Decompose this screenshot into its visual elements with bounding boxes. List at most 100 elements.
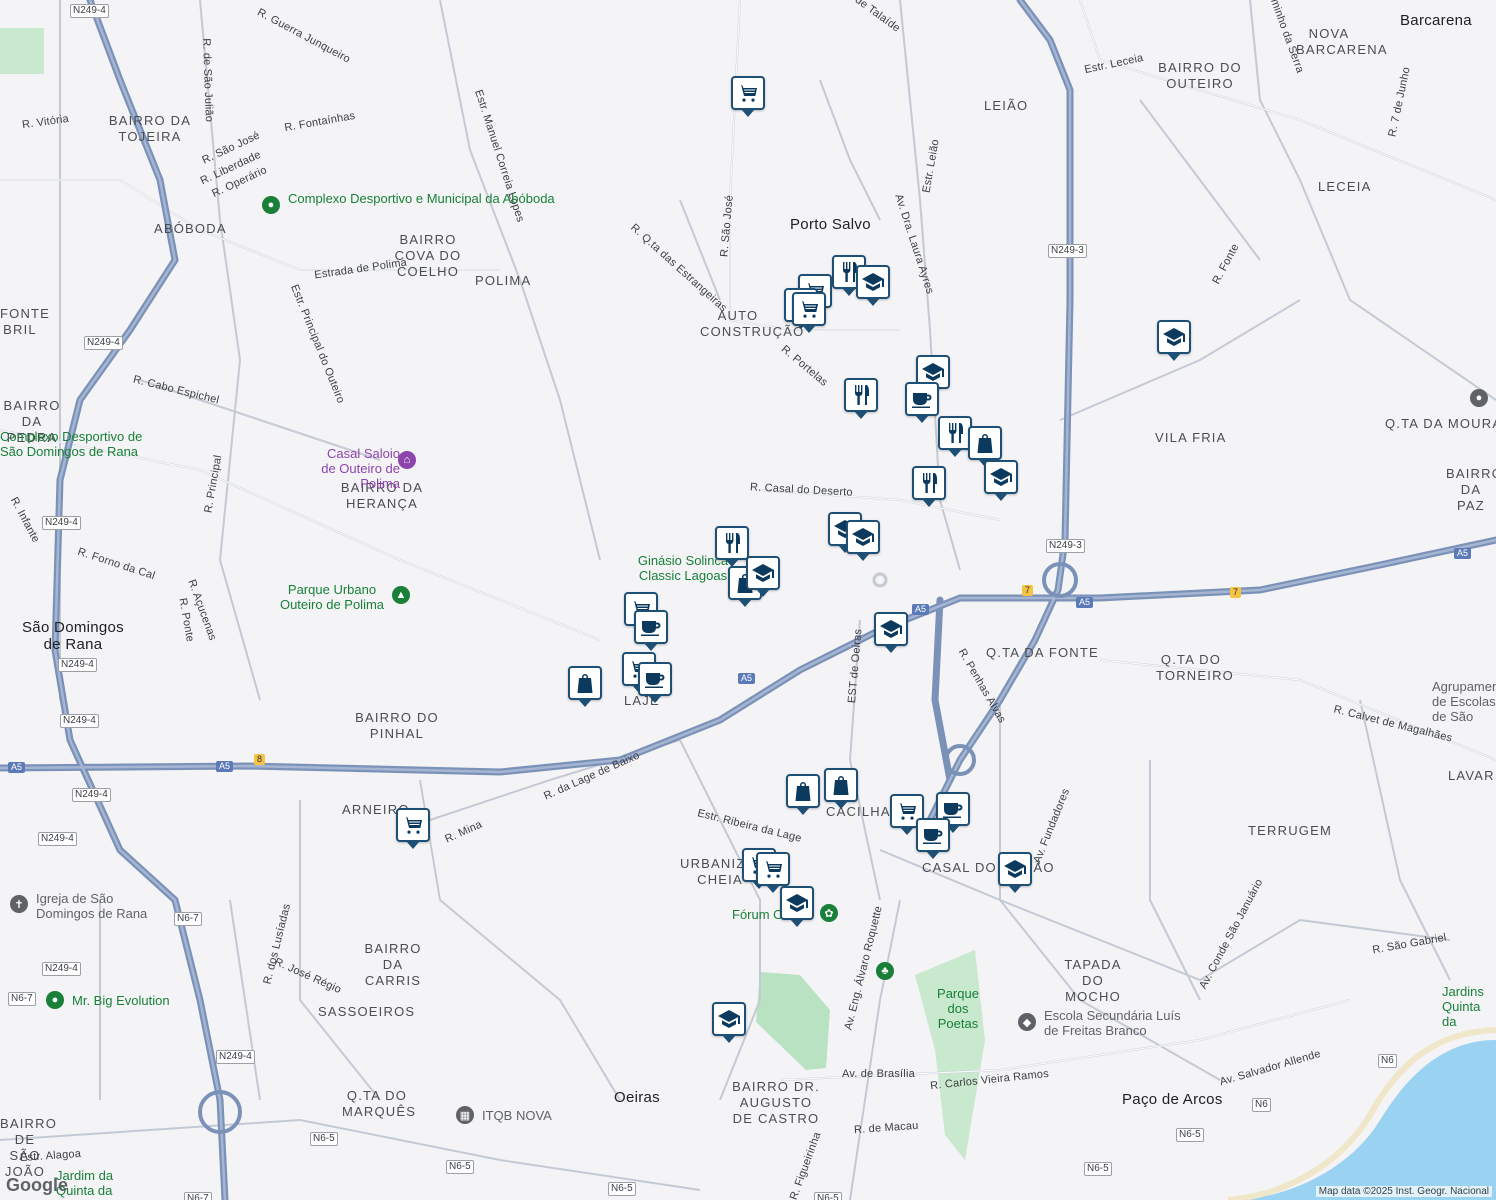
poi-label-escola-secundaria[interactable]: Escola Secundária Luís de Freitas Branco: [1044, 1008, 1194, 1038]
poi-label-parque-dos-poetas[interactable]: Parque dos Poetas: [926, 986, 990, 1031]
exit-shield: 7: [1230, 587, 1242, 598]
poi-label-complexo-aboboda[interactable]: Complexo Desportivo e Municipal da Abóbo…: [288, 191, 555, 206]
road-shield: N249-3: [1046, 539, 1085, 553]
road-shield: N6-5: [814, 1192, 842, 1200]
exit-shield: 7: [1022, 585, 1034, 596]
road-shield: N6-7: [8, 992, 36, 1006]
map-marker[interactable]: [874, 612, 908, 653]
road-shield: N249-4: [72, 788, 111, 802]
town-label-sao-domingos-de-rana: São Domingos de Rana: [22, 619, 124, 653]
poi-label-complexo-sao-domingos[interactable]: Complexo Desportivo de São Domingos de R…: [0, 429, 160, 459]
map-marker[interactable]: [792, 292, 826, 333]
park-icon[interactable]: ♣: [876, 962, 894, 980]
museum-icon[interactable]: ⌂: [398, 451, 416, 469]
map-attribution[interactable]: Map data ©2025 Inst. Geogr. Nacional: [1315, 1186, 1492, 1197]
google-logo: Google: [6, 1175, 68, 1195]
exit-shield: 8: [254, 754, 266, 765]
road-shield: N249-3: [1048, 244, 1087, 258]
institute-icon[interactable]: ▦: [456, 1106, 474, 1124]
poi-label-agrupamento[interactable]: Agrupamento de Escolas de São: [1432, 679, 1496, 724]
school-icon: [921, 360, 945, 384]
road-shield: N249-4: [42, 962, 81, 976]
road-shield: N6-5: [1176, 1128, 1204, 1142]
poi-label-jardins-quinta[interactable]: Jardins Quinta da: [1442, 984, 1496, 1029]
school-icon: [1003, 857, 1027, 881]
road-shield: N249-4: [38, 832, 77, 846]
school-icon: [879, 617, 903, 641]
area-label: BAIRRO DA PAZ: [1446, 466, 1496, 513]
map-marker[interactable]: [634, 610, 668, 651]
area-label: BAIRRO COVA DO COELHO: [394, 232, 462, 279]
map-marker[interactable]: [756, 852, 790, 893]
map-marker[interactable]: [780, 886, 814, 927]
school-poi-icon[interactable]: ◆: [1018, 1013, 1036, 1031]
sports-icon[interactable]: ●: [262, 196, 280, 214]
map-marker[interactable]: [844, 378, 878, 419]
area-label: ABÓBODA: [154, 221, 227, 236]
area-label: NOVA BARCARENA: [1296, 26, 1388, 57]
highway-shield: A5: [1076, 597, 1094, 608]
map-marker[interactable]: [856, 265, 890, 306]
map-marker[interactable]: [984, 460, 1018, 501]
place-icon[interactable]: ●: [1470, 389, 1488, 407]
school-icon: [861, 270, 885, 294]
poi-label-itqb[interactable]: ITQB NOVA: [482, 1108, 552, 1123]
cafe-icon: [910, 387, 934, 411]
cafe-icon: [643, 667, 667, 691]
map-marker[interactable]: [568, 666, 602, 707]
cart-icon: [401, 813, 425, 837]
cart-icon: [736, 81, 760, 105]
road-shield: N249-4: [216, 1050, 255, 1064]
shopping-bag-icon: [973, 431, 997, 455]
map-marker[interactable]: [938, 416, 972, 457]
poi-label-casal-saloio[interactable]: Casal Saloio de Outeiro de Polima: [310, 446, 400, 491]
gym-icon[interactable]: ●: [46, 991, 64, 1009]
area-label: SASSOEIROS: [318, 1004, 416, 1019]
map-marker[interactable]: [824, 768, 858, 809]
restaurant-icon: [849, 383, 873, 407]
town-label-porto-salvo: Porto Salvo: [790, 216, 871, 233]
map-marker[interactable]: [786, 774, 820, 815]
map-marker[interactable]: [746, 556, 780, 597]
poi-label-mr-big[interactable]: Mr. Big Evolution: [72, 993, 170, 1008]
road-shield: N6: [1378, 1054, 1397, 1068]
school-icon: [1162, 325, 1186, 349]
map-marker[interactable]: [846, 520, 880, 561]
road-shield: N249-4: [42, 516, 81, 530]
church-icon[interactable]: ✝: [10, 895, 28, 913]
poi-label-igreja[interactable]: Igreja de São Domingos de Rana: [36, 891, 166, 921]
map-marker[interactable]: [916, 818, 950, 859]
map-canvas[interactable]: Barcarena Porto Salvo Oeiras Paço de Arc…: [0, 0, 1496, 1200]
restaurant-icon: [943, 421, 967, 445]
area-label: VILA FRIA: [1155, 430, 1227, 445]
area-label: Q.TA DO TORNEIRO: [1156, 652, 1234, 683]
road-shield: N249-4: [58, 658, 97, 672]
area-label: TAPADA DO MOCHO: [1064, 957, 1122, 1004]
area-label: LAVAR: [1448, 768, 1495, 783]
school-icon: [785, 891, 809, 915]
shopping-center-icon[interactable]: ✿: [820, 904, 838, 922]
highway-shield: A5: [912, 604, 930, 615]
map-marker[interactable]: [998, 852, 1032, 893]
map-marker[interactable]: [905, 382, 939, 423]
map-marker[interactable]: [912, 466, 946, 507]
map-marker[interactable]: [731, 76, 765, 117]
poi-label-parque-urbano[interactable]: Parque Urbano Outeiro de Polima: [274, 582, 390, 612]
area-label: AUTO CONSTRUÇÃO: [700, 308, 805, 339]
map-marker[interactable]: [715, 526, 749, 567]
area-label: POLIMA: [475, 273, 532, 288]
area-label: BAIRRO DR. AUGUSTO DE CASTRO: [732, 1079, 820, 1126]
area-label: Q.TA DA MOURA: [1385, 416, 1496, 431]
map-marker[interactable]: [712, 1002, 746, 1043]
park-icon[interactable]: ▲: [392, 586, 410, 604]
restaurant-icon: [917, 471, 941, 495]
town-label-paco-de-arcos: Paço de Arcos: [1122, 1091, 1223, 1108]
school-icon: [751, 561, 775, 585]
school-icon: [989, 465, 1013, 489]
highway-shield: A5: [1454, 548, 1472, 559]
road-shield: N249-4: [70, 4, 109, 18]
map-marker[interactable]: [1157, 320, 1191, 361]
map-marker[interactable]: [968, 426, 1002, 467]
map-marker[interactable]: [396, 808, 430, 849]
map-marker[interactable]: [638, 662, 672, 703]
